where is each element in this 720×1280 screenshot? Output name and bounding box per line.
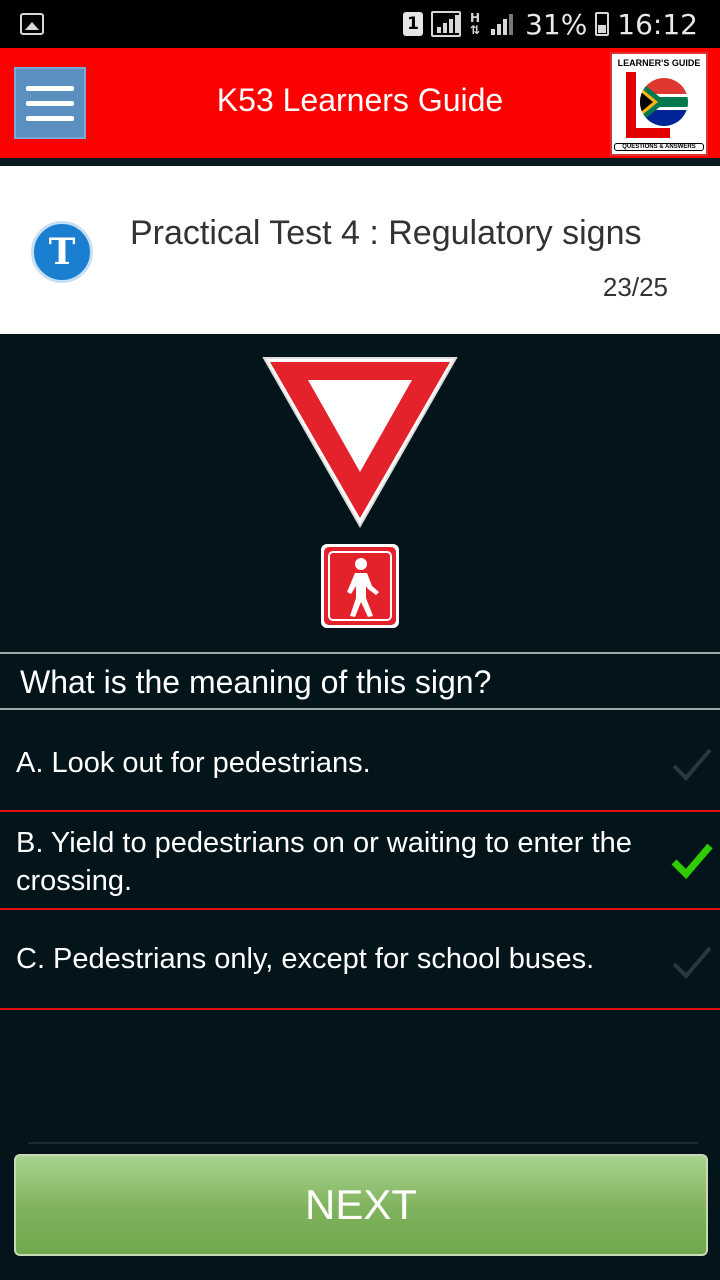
divider [28, 1142, 698, 1144]
checkmark-icon [672, 946, 712, 979]
logo-top-text: LEARNER'S GUIDE [617, 58, 701, 68]
app-logo: LEARNER'S GUIDE QUESTIONS & ANSWERS [610, 52, 708, 156]
question-text: What is the meaning of this sign? [20, 664, 492, 700]
yield-to-pedestrians-sign-icon [262, 357, 458, 628]
signal-strength-icon [431, 11, 462, 37]
answer-option-c[interactable]: C. Pedestrians only, except for school b… [0, 910, 720, 1010]
logo-bottom-text: QUESTIONS & ANSWERS [614, 143, 704, 151]
next-button[interactable]: NEXT [14, 1154, 708, 1256]
test-badge-icon: T [31, 221, 93, 283]
question-progress: 23/25 [602, 272, 668, 302]
answer-option-label: A. Look out for pedestrians. [16, 747, 371, 779]
sign-image-area [0, 334, 720, 652]
sa-flag-l-plate-icon [626, 72, 690, 138]
checkmark-icon [672, 748, 712, 781]
answer-option-a[interactable]: A. Look out for pedestrians. [0, 712, 720, 812]
app-bar-shadow [0, 158, 720, 166]
test-header: T Practical Test 4 : Regulatory signs 23… [0, 166, 720, 334]
correct-checkmark-icon [671, 843, 713, 880]
status-bar: 1 H ⇅ 31% 16:12 [0, 0, 720, 48]
question-row: What is the meaning of this sign? [0, 652, 720, 710]
sim-slot-badge: 1 [403, 12, 424, 36]
test-title: Practical Test 4 : Regulatory signs [130, 214, 642, 252]
battery-percent: 31% [525, 7, 588, 41]
status-indicators: 1 H ⇅ 31% 16:12 [403, 0, 698, 48]
app-bar: K53 Learners Guide LEARNER'S GUIDE QUEST… [0, 48, 720, 158]
battery-icon [595, 12, 610, 36]
answer-option-b[interactable]: B. Yield to pedestrians on or waiting to… [0, 812, 720, 910]
answer-option-label: B. Yield to pedestrians on or waiting to… [16, 827, 632, 897]
network-type-icon: H ⇅ [470, 11, 481, 37]
answer-option-label: C. Pedestrians only, except for school b… [16, 943, 595, 975]
gallery-notification-icon [20, 13, 44, 35]
cellular-signal-icon [489, 11, 517, 37]
clock: 16:12 [617, 7, 698, 41]
